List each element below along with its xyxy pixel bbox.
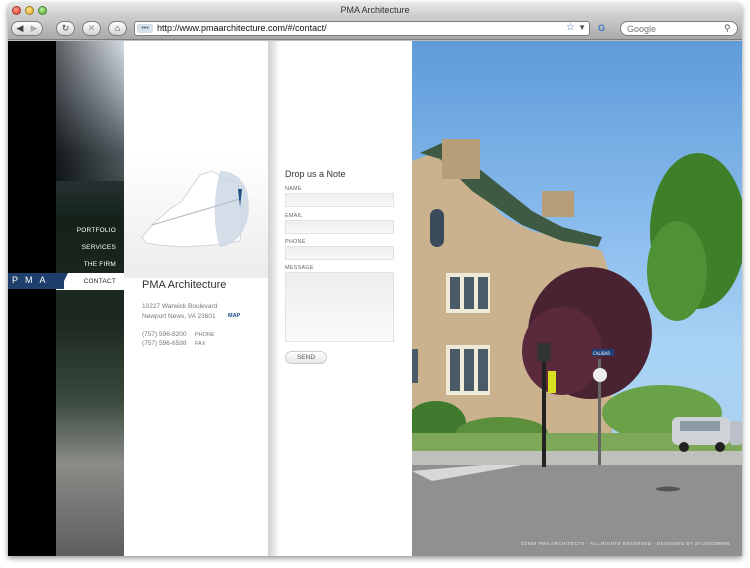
- home-button[interactable]: ⌂: [108, 21, 127, 36]
- window-title: PMA Architecture: [340, 5, 410, 15]
- forward-arrow-icon[interactable]: ▶: [27, 22, 41, 35]
- url-history-chevron-icon[interactable]: ▼: [578, 23, 586, 32]
- map-link[interactable]: MAP: [228, 313, 240, 319]
- address-line-1: 10227 Warwick Boulevard: [142, 303, 218, 310]
- stop-icon: ✕: [87, 23, 96, 33]
- back-arrow-icon[interactable]: ◀: [13, 22, 27, 35]
- address-bar[interactable]: ••• http://www.pmaarchitecture.com/#/con…: [134, 21, 590, 36]
- contact-info-panel: PMA Architecture 10227 Warwick Boulevard…: [124, 41, 268, 556]
- nav-item-the-firm[interactable]: THE FIRM: [56, 256, 124, 273]
- message-field[interactable]: [285, 272, 394, 342]
- phone-field-label: PHONE: [285, 239, 306, 245]
- browser-window: PMA Architecture ◀ ▶ ↻ ✕ ⌂ ••• http://www…: [8, 3, 742, 556]
- site-identity-icon[interactable]: •••: [137, 24, 153, 33]
- nav-item-services[interactable]: SERVICES: [56, 239, 124, 256]
- email-field[interactable]: [285, 220, 394, 234]
- photo-fade: [56, 41, 124, 181]
- logo-text: PMA: [12, 275, 53, 285]
- logo-corner-shape: [60, 273, 68, 289]
- name-label: NAME: [285, 186, 302, 192]
- reload-button[interactable]: ↻: [56, 21, 75, 36]
- panel-divider: [268, 41, 280, 556]
- footer-credits: ©2009 PMA ARCHITECTS · ALL RIGHTS RESERV…: [520, 541, 730, 546]
- form-title: Drop us a Note: [285, 169, 346, 179]
- street-sign-text: CALIBAR: [593, 351, 610, 356]
- site-viewport: PORTFOLIO SERVICES THE FIRM CONTACT PMA …: [8, 41, 742, 556]
- reload-icon: ↻: [61, 23, 70, 33]
- phone-label: PHONE: [195, 332, 215, 338]
- address-line-2: Newport News, VA 23601: [142, 313, 216, 320]
- phone-number: (757) 596-8200: [142, 331, 187, 338]
- fax-number: (757) 596-6598: [142, 340, 187, 347]
- company-name: PMA Architecture: [142, 279, 227, 291]
- bookmark-star-icon[interactable]: ☆: [566, 22, 575, 33]
- nav-item-portfolio[interactable]: PORTFOLIO: [56, 222, 124, 239]
- name-field[interactable]: [285, 193, 394, 207]
- fax-label: FAX: [195, 341, 206, 347]
- contact-form: Drop us a Note NAME EMAIL PHONE MESSAGE …: [280, 41, 412, 556]
- office-building-photo: CALIBAR ©2009 PMA ARCHITECTS · ALL RIGHT…: [412, 41, 742, 556]
- browser-toolbar: ◀ ▶ ↻ ✕ ⌂ ••• http://www.pmaarchitecture.…: [8, 18, 742, 40]
- search-icon[interactable]: ⚲: [724, 21, 731, 36]
- side-photo-strip: [56, 41, 124, 556]
- phone-field[interactable]: [285, 246, 394, 260]
- message-label: MESSAGE: [285, 265, 314, 271]
- pma-logo[interactable]: PMA: [8, 273, 64, 289]
- stop-button[interactable]: ✕: [82, 21, 101, 36]
- url-text[interactable]: http://www.pmaarchitecture.com/#/contact…: [157, 23, 327, 33]
- search-engine-selector[interactable]: G: [598, 21, 620, 36]
- search-input[interactable]: [620, 21, 738, 36]
- send-button[interactable]: SEND: [285, 351, 327, 364]
- virginia-map: [124, 161, 268, 271]
- title-bar: PMA Architecture: [8, 3, 742, 18]
- email-label: EMAIL: [285, 213, 303, 219]
- home-icon: ⌂: [114, 23, 121, 33]
- back-forward-buttons: ◀ ▶: [11, 21, 43, 36]
